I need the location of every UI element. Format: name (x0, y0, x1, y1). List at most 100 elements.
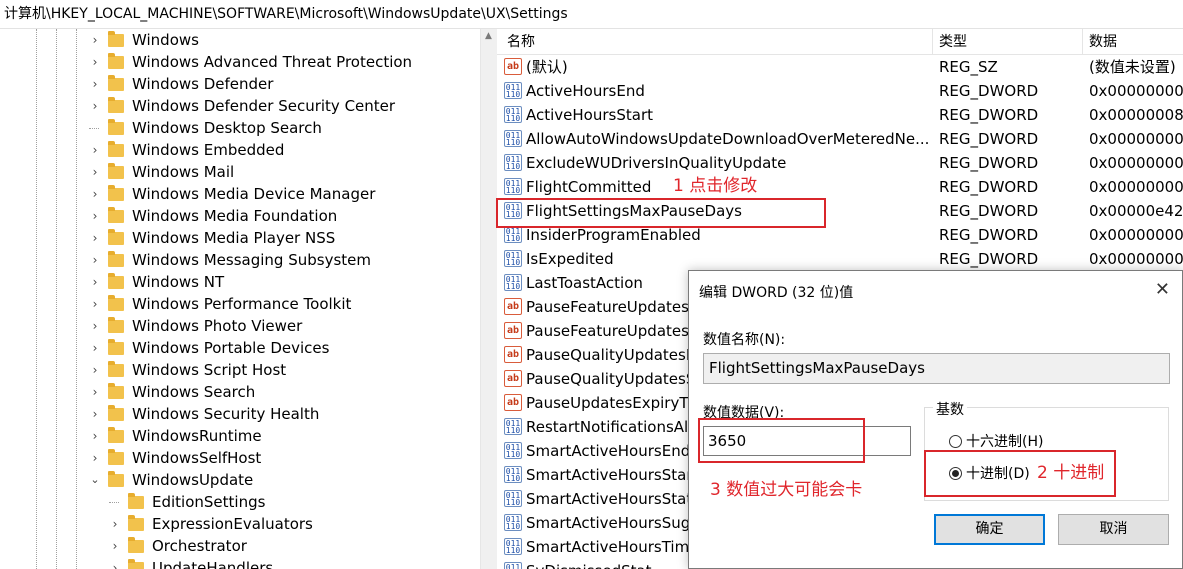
folder-icon (128, 536, 144, 553)
address-bar[interactable]: 计算机\HKEY_LOCAL_MACHINE\SOFTWARE\Microsof… (0, 0, 1183, 29)
value-name: IsExpedited (526, 250, 614, 268)
tree-item[interactable]: › Windows Script Host (88, 359, 286, 381)
collapse-chevron-icon[interactable]: ⌄ (88, 469, 102, 491)
expand-chevron-icon[interactable]: › (88, 293, 102, 315)
expand-chevron-icon[interactable]: › (88, 381, 102, 403)
expand-chevron-icon[interactable]: › (88, 161, 102, 183)
cancel-button[interactable]: 取消 (1058, 514, 1169, 545)
expand-chevron-icon[interactable]: › (88, 205, 102, 227)
expand-chevron-icon[interactable]: › (88, 425, 102, 447)
value-row[interactable]: 011 110 FlightCommitted REG_DWORD 0x0000000… (497, 175, 1183, 199)
expand-chevron-icon[interactable]: › (88, 403, 102, 425)
binary-value-icon: 011 110 (504, 562, 522, 569)
expand-chevron-icon[interactable]: › (88, 271, 102, 293)
tree-item-label: Windows Messaging Subsystem (132, 251, 371, 269)
expand-chevron-icon[interactable]: › (88, 183, 102, 205)
tree-item-label: Windows Script Host (132, 361, 287, 379)
expand-chevron-icon[interactable]: › (88, 29, 102, 51)
binary-value-icon: 011 110 (504, 514, 522, 531)
expand-chevron-icon[interactable]: › (88, 249, 102, 271)
value-row[interactable]: 011 110 ActiveHoursStart REG_DWORD 0x000000… (497, 103, 1183, 127)
expand-chevron-icon[interactable]: › (88, 139, 102, 161)
tree-item-label: UpdateHandlers (152, 559, 274, 569)
folder-icon (108, 294, 124, 311)
folder-icon (108, 316, 124, 333)
expand-chevron-icon[interactable]: › (88, 447, 102, 469)
value-name: ActiveHoursStart (526, 106, 653, 124)
tree-item[interactable]: › ExpressionEvaluators (108, 513, 313, 535)
tree-item[interactable]: › Windows Messaging Subsystem (88, 249, 371, 271)
hex-radio[interactable]: 十六进制(H) (949, 431, 1043, 451)
tree-item[interactable]: › Windows Security Health (88, 403, 319, 425)
tree-item[interactable]: › Windows (88, 29, 199, 51)
value-name-field[interactable]: FlightSettingsMaxPauseDays (703, 353, 1170, 384)
tree-item[interactable]: › Windows Defender (88, 73, 273, 95)
tree-item[interactable]: › Windows Media Player NSS (88, 227, 335, 249)
value-data: 0x00000008 (1089, 106, 1183, 124)
column-type-header[interactable]: 类型 (939, 29, 967, 55)
tree-item-label: Orchestrator (152, 537, 247, 555)
binary-value-icon: 011 110 (504, 226, 522, 243)
binary-value-icon: 011 110 (504, 154, 522, 171)
expand-chevron-icon[interactable]: › (88, 359, 102, 381)
value-row[interactable]: 011 110 ExcludeWUDriversInQualityUpdate RE… (497, 151, 1183, 175)
tree-item[interactable]: › Windows Advanced Threat Protection (88, 51, 412, 73)
folder-icon (108, 426, 124, 443)
expand-chevron-icon[interactable]: › (88, 315, 102, 337)
tree-item[interactable]: › WindowsSelfHost (88, 447, 261, 469)
folder-icon (108, 96, 124, 113)
ok-button[interactable]: 确定 (934, 514, 1045, 545)
tree-item[interactable]: › Windows Mail (88, 161, 234, 183)
tree-scrollbar[interactable]: ▲ (480, 29, 497, 569)
value-data: 0x00000000 (1089, 226, 1183, 244)
tree-item-label: EditionSettings (152, 493, 266, 511)
expand-chevron-icon[interactable]: › (88, 51, 102, 73)
tree-item[interactable]: Windows Desktop Search (88, 117, 322, 139)
tree-item[interactable]: ⌄ WindowsUpdate (88, 469, 253, 491)
tree-item[interactable]: › Windows Performance Toolkit (88, 293, 351, 315)
tree-item[interactable]: EditionSettings (108, 491, 265, 513)
expand-chevron-icon[interactable]: › (108, 513, 122, 535)
string-value-icon: ab (504, 370, 522, 387)
tree-guide-line (56, 29, 57, 569)
hex-radio-label: 十六进制(H) (966, 434, 1044, 450)
value-row[interactable]: 011 110 ActiveHoursEnd REG_DWORD 0x00000000 (497, 79, 1183, 103)
expand-chevron-icon[interactable]: › (108, 557, 122, 569)
tree-item[interactable]: › Windows Media Device Manager (88, 183, 375, 205)
scroll-up-icon[interactable]: ▲ (485, 31, 492, 41)
tree-item[interactable]: › Windows Search (88, 381, 255, 403)
hex-radio-icon[interactable] (949, 434, 962, 448)
value-row[interactable]: 011 110 AllowAutoWindowsUpdateDownloadOve… (497, 127, 1183, 151)
folder-icon (108, 206, 124, 223)
column-data-header[interactable]: 数据 (1089, 29, 1117, 55)
tree-item[interactable]: › Windows Photo Viewer (88, 315, 302, 337)
tree-item[interactable]: › WindowsRuntime (88, 425, 262, 447)
registry-tree[interactable]: › Windows › Windows Advanced Threat Protect… (0, 29, 480, 569)
tree-item[interactable]: › Windows NT (88, 271, 224, 293)
tree-item[interactable]: › UpdateHandlers (108, 557, 273, 569)
column-name-header[interactable]: 名称 (507, 29, 535, 55)
column-divider[interactable] (932, 29, 933, 55)
tree-item[interactable]: › Windows Media Foundation (88, 205, 337, 227)
value-name-label: 数值名称(N): (703, 332, 786, 348)
expand-chevron-icon[interactable]: › (88, 95, 102, 117)
tree-item[interactable]: › Orchestrator (108, 535, 247, 557)
value-type: REG_DWORD (939, 226, 1039, 244)
tree-item[interactable]: › Windows Portable Devices (88, 337, 329, 359)
expand-chevron-icon[interactable]: › (108, 535, 122, 557)
annotation-step1: 1 点击修改 (673, 176, 758, 196)
tree-item-label: WindowsRuntime (132, 427, 262, 445)
expand-chevron-icon[interactable]: › (88, 73, 102, 95)
tree-item-label: Windows Photo Viewer (132, 317, 303, 335)
folder-icon (108, 228, 124, 245)
expand-chevron-icon[interactable]: › (88, 337, 102, 359)
tree-item[interactable]: › Windows Defender Security Center (88, 95, 395, 117)
tree-item[interactable]: › Windows Embedded (88, 139, 284, 161)
folder-icon (108, 30, 124, 47)
value-row[interactable]: ab (默认) REG_SZ (数值未设置) (497, 55, 1183, 79)
close-icon[interactable]: ✕ (1155, 279, 1170, 301)
value-row[interactable]: 011 110 IsExpedited REG_DWORD 0x00000000 (497, 247, 1183, 271)
string-value-icon: ab (504, 298, 522, 315)
expand-chevron-icon[interactable]: › (88, 227, 102, 249)
column-divider[interactable] (1082, 29, 1083, 55)
